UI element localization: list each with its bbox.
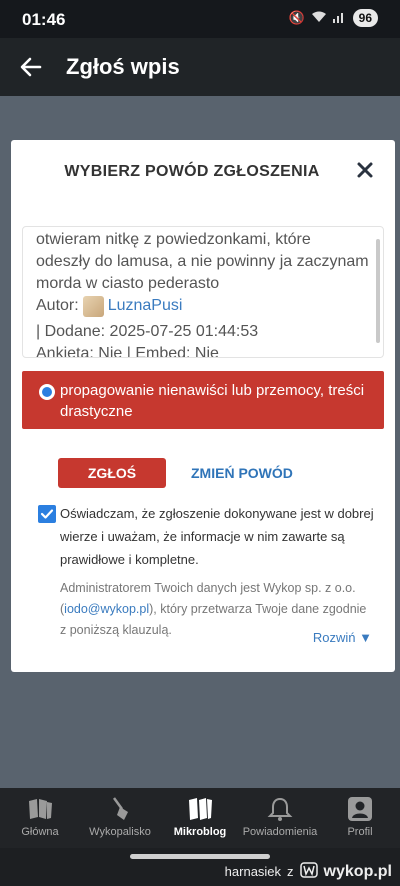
nav-item-profil[interactable]: Profil	[320, 796, 400, 838]
author-label: Autor:	[36, 297, 79, 314]
reason-label: propagowanie nienawiści lub przemocy, tr…	[60, 382, 365, 420]
report-button[interactable]: ZGŁOŚ	[58, 458, 166, 488]
mute-icon: 🔇	[288, 10, 305, 25]
entry-author-line: Autor: LuznaPusi | Dodane: 2025-07-25 01…	[36, 295, 369, 343]
signal-icon	[332, 11, 347, 26]
consent-text: Oświadczam, że zgłoszenie dokonywane jes…	[60, 506, 374, 567]
shovel-icon	[112, 797, 128, 820]
reason-radio[interactable]	[39, 384, 55, 400]
battery-indicator: 96	[352, 9, 378, 27]
entry-date: | Dodane: 2025-07-25 01:44:53	[36, 323, 259, 340]
expand-link[interactable]: Rozwiń ▼	[313, 630, 372, 645]
dialog-title: WYBIERZ POWÓD ZGŁOSZENIA	[64, 163, 320, 180]
entry-text: otwieram nitkę z powiedzonkami, które od…	[36, 231, 369, 292]
avatar	[82, 295, 104, 317]
profile-icon	[348, 797, 372, 821]
mikroblog-icon	[189, 798, 212, 820]
watermark: harnasiek z wykop.pl	[225, 862, 392, 881]
iodo-email-link[interactable]: iodo@wykop.pl	[64, 602, 149, 616]
status-bar: 01:46 🔇 96	[0, 0, 400, 38]
wifi-icon	[311, 11, 327, 26]
consent-checkbox[interactable]	[38, 505, 56, 523]
entry-scrollbar[interactable]	[376, 239, 380, 343]
entry-meta: Ankieta: Nie | Embed: Nie	[36, 345, 219, 358]
change-reason-button[interactable]: ZMIEŃ POWÓD	[191, 458, 293, 488]
author-name-link[interactable]: LuznaPusi	[108, 295, 183, 317]
report-dialog: WYBIERZ POWÓD ZGŁOSZENIA otwieram nitkę …	[11, 140, 395, 672]
close-icon[interactable]	[355, 160, 375, 180]
nav-item-mikroblog[interactable]: Mikroblog	[160, 796, 240, 838]
nav-label-powiadomienia: Powiadomienia	[242, 826, 318, 838]
watermark-user: harnasiek	[224, 864, 282, 879]
nav-label-mikroblog: Mikroblog	[173, 826, 227, 838]
nav-item-wykopalisko[interactable]: Wykopalisko	[80, 796, 160, 838]
bell-icon	[267, 797, 293, 821]
watermark-sep: z	[287, 864, 294, 879]
nav-label-glowna: Główna	[21, 826, 59, 838]
status-icons: 🔇 96	[288, 9, 378, 27]
selected-reason[interactable]: propagowanie nienawiści lub przemocy, tr…	[22, 371, 384, 429]
entry-preview[interactable]: otwieram nitkę z powiedzonkami, które od…	[22, 226, 384, 358]
back-arrow-icon[interactable]	[16, 52, 46, 82]
nav-label-wykopalisko: Wykopalisko	[89, 826, 151, 838]
bottom-nav: Główna Wykopalisko Mikroblog Powiadomien…	[0, 788, 400, 848]
system-navigation: harnasiek z wykop.pl	[0, 848, 400, 886]
nav-label-profil: Profil	[347, 826, 373, 838]
nav-item-powiadomienia[interactable]: Powiadomienia	[240, 796, 320, 838]
app-bar: Zgłoś wpis	[0, 38, 400, 96]
status-time: 01:46	[22, 10, 66, 29]
nav-item-glowna[interactable]: Główna	[0, 796, 80, 838]
watermark-brand: wykop.pl	[323, 862, 392, 880]
page-title: Zgłoś wpis	[66, 54, 180, 79]
wykop-logo-icon	[299, 862, 318, 881]
home-gesture-handle[interactable]	[130, 854, 270, 859]
home-icon	[29, 799, 52, 819]
